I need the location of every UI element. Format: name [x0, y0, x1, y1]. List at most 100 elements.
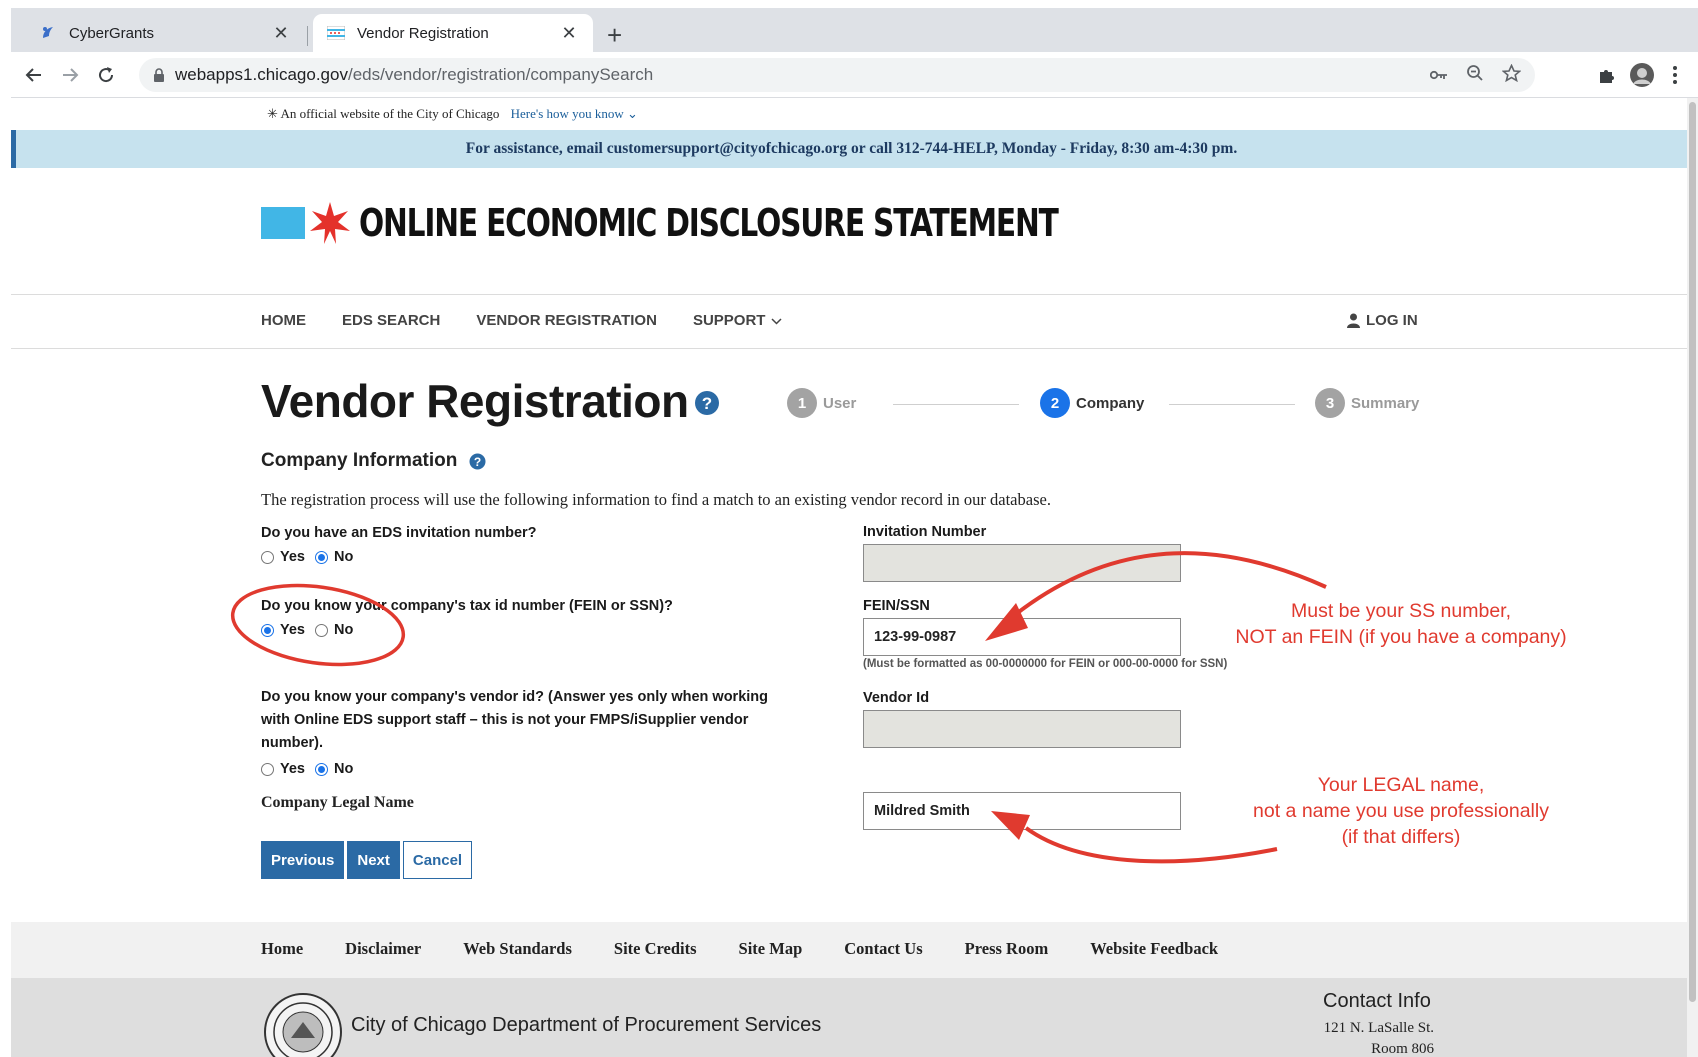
form-buttons: Previous Next Cancel [261, 841, 473, 879]
radio-group-invitation: Yes No [261, 549, 353, 565]
nav-home[interactable]: HOME [261, 312, 306, 329]
radio-button[interactable] [315, 762, 328, 776]
annotation-note-legal-name: Your LEGAL name, not a name you use prof… [1253, 774, 1549, 848]
step-number: 1 [787, 388, 817, 418]
svg-text:?: ? [702, 394, 712, 413]
page-scrollbar[interactable] [1687, 98, 1698, 1057]
footer-link-contact-us[interactable]: Contact Us [844, 939, 922, 959]
url-host: webapps1.chicago.gov [175, 65, 348, 84]
contact-info-title: Contact Info [1323, 990, 1431, 1012]
footer-link-home[interactable]: Home [261, 939, 303, 959]
login-link[interactable]: LOG IN [1347, 312, 1418, 329]
tab-title: Vendor Registration [357, 24, 489, 42]
vendor-id-input[interactable] [863, 710, 1181, 748]
help-question-icon[interactable]: ? [469, 453, 486, 470]
radio-button[interactable] [315, 623, 328, 637]
nav-vendor-registration[interactable]: VENDOR REGISTRATION [476, 312, 657, 329]
radio-button[interactable] [261, 623, 274, 637]
fein-ssn-input[interactable]: 123-99-0987 [863, 618, 1181, 656]
zoom-out-icon[interactable] [1466, 64, 1484, 87]
official-site-banner: ✳ An official website of the City of Chi… [267, 106, 638, 122]
annotation-note-ssn: Must be your SS number, NOT an FEIN (if … [1235, 600, 1567, 648]
company-legal-name-input[interactable]: Mildred Smith [863, 792, 1181, 830]
assistance-banner: For assistance, email customersupport@ci… [11, 130, 1687, 168]
radio-group-vendorid: Yes No [261, 761, 353, 777]
kebab-menu-icon[interactable] [1665, 60, 1685, 90]
nav-divider-bottom [11, 348, 1687, 349]
lock-icon [153, 68, 165, 82]
reload-icon[interactable] [91, 60, 121, 90]
radio-invitation-yes[interactable]: Yes [261, 549, 305, 565]
tab-cybergrants[interactable]: CyberGrants ✕ [25, 14, 305, 52]
main-nav: HOME EDS SEARCH VENDOR REGISTRATION SUPP… [261, 312, 782, 329]
login-label: LOG IN [1366, 312, 1418, 329]
step-number: 3 [1315, 388, 1345, 418]
question-vendorid: Do you know your company's vendor id? (A… [261, 689, 769, 751]
heres-how-link[interactable]: Here's how you know ⌄ [511, 106, 638, 121]
radio-button[interactable] [261, 550, 274, 564]
cancel-button[interactable]: Cancel [402, 841, 473, 879]
extensions-puzzle-icon[interactable] [1593, 60, 1621, 90]
chevron-down-icon [771, 314, 782, 328]
tab-separator [307, 26, 308, 46]
footer-link-disclaimer[interactable]: Disclaimer [345, 939, 421, 959]
nav-eds-search[interactable]: EDS SEARCH [342, 312, 440, 329]
page-viewport: ✳ An official website of the City of Chi… [11, 98, 1687, 1057]
site-logo[interactable]: ONLINE ECONOMIC DISCLOSURE STATEMENT [261, 200, 1255, 246]
invitation-number-label: Invitation Number [863, 524, 987, 540]
official-text: An official website of the City of Chica… [280, 106, 500, 121]
radio-taxid-yes[interactable]: Yes [261, 622, 305, 638]
radio-group-taxid: Yes No [261, 622, 353, 638]
page-title: Vendor Registration [261, 375, 689, 427]
help-question-icon[interactable]: ? [694, 390, 720, 421]
address-bar[interactable]: webapps1.chicago.gov/eds/vendor/registra… [139, 58, 1535, 92]
step-company: 2 Company [1040, 388, 1144, 418]
forward-arrow-icon[interactable] [55, 60, 85, 90]
key-icon[interactable] [1429, 65, 1448, 86]
footer-link-site-credits[interactable]: Site Credits [614, 939, 697, 959]
asterisk-icon: ✳ [267, 106, 278, 121]
tab-vendor-registration[interactable]: Vendor Registration ✕ [313, 14, 593, 52]
browser-toolbar: webapps1.chicago.gov/eds/vendor/registra… [11, 52, 1698, 98]
logo-blue-bar [261, 207, 305, 239]
radio-vendorid-no[interactable]: No [315, 761, 353, 777]
tab-title: CyberGrants [69, 24, 155, 42]
question-taxid: Do you know your company's tax id number… [261, 598, 673, 614]
radio-vendorid-yes[interactable]: Yes [261, 761, 305, 777]
radio-button[interactable] [261, 762, 274, 776]
step-label: Summary [1351, 394, 1420, 412]
company-legal-name-label: Company Legal Name [261, 794, 414, 811]
logo-star-icon [310, 202, 350, 244]
person-icon [1347, 313, 1360, 328]
footer-main: City of Chicago Department of Procuremen… [11, 978, 1687, 1057]
intro-text: The registration process will use the fo… [261, 490, 1051, 509]
nav-divider-top [11, 294, 1687, 295]
step-label: User [823, 394, 857, 412]
question-invitation: Do you have an EDS invitation number? [261, 525, 537, 541]
contact-address: 121 N. LaSalle St. Room 806 [1323, 1020, 1434, 1057]
bookmark-star-icon[interactable] [1501, 63, 1522, 87]
scrollbar-thumb[interactable] [1689, 102, 1696, 1002]
step-connector [893, 404, 1019, 405]
step-label: Company [1076, 394, 1145, 412]
nav-support[interactable]: SUPPORT [693, 312, 783, 329]
radio-invitation-no[interactable]: No [315, 549, 353, 565]
fein-ssn-label: FEIN/SSN [863, 598, 930, 614]
previous-button[interactable]: Previous [261, 841, 345, 879]
footer-link-website-feedback[interactable]: Website Feedback [1090, 939, 1218, 959]
footer-links-bar: Home Disclaimer Web Standards Site Credi… [11, 922, 1687, 978]
new-tab-icon[interactable]: + [607, 22, 622, 48]
invitation-number-input[interactable] [863, 544, 1181, 582]
radio-button[interactable] [315, 550, 328, 564]
back-arrow-icon[interactable] [19, 60, 49, 90]
footer-link-web-standards[interactable]: Web Standards [463, 939, 572, 959]
footer-link-site-map[interactable]: Site Map [739, 939, 803, 959]
close-tab-icon[interactable]: ✕ [559, 23, 579, 44]
close-tab-icon[interactable]: ✕ [271, 23, 291, 44]
next-button[interactable]: Next [347, 841, 400, 879]
footer-link-press-room[interactable]: Press Room [965, 939, 1049, 959]
section-title: Company Information ? [261, 450, 486, 472]
radio-taxid-no[interactable]: No [315, 622, 353, 638]
progress-steps: 1 User 2 Company 3 Summary [787, 388, 1427, 420]
profile-avatar[interactable] [1627, 60, 1657, 90]
